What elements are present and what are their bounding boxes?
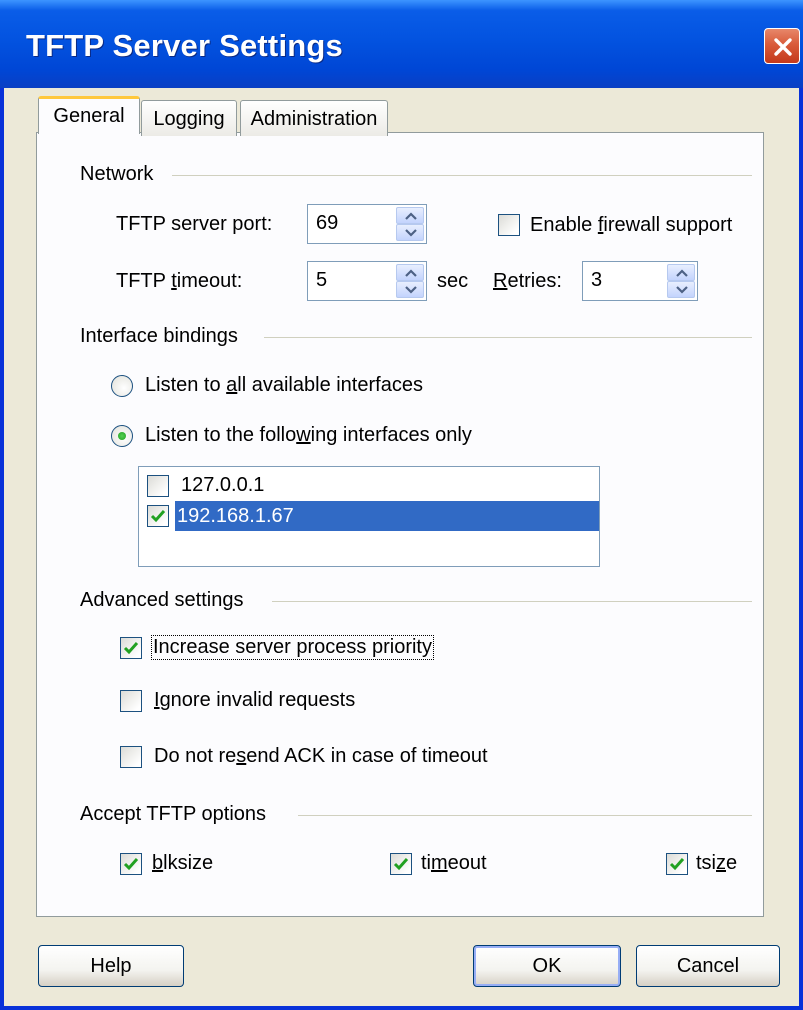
interface-listbox[interactable]: 127.0.0.1 192.168.1.67 (138, 466, 600, 567)
help-button[interactable]: Help (38, 945, 184, 987)
arrow-up-icon (405, 212, 417, 220)
timeout-option-label[interactable]: timeout (421, 852, 487, 875)
checkmark-icon (393, 858, 409, 871)
list-item[interactable]: 127.0.0.1 (141, 471, 597, 501)
blksize-checkbox[interactable] (120, 853, 142, 875)
list-item-selected[interactable]: 192.168.1.67 (141, 501, 599, 531)
arrow-down-icon (676, 286, 688, 294)
interface-checkbox-192-168-1-67[interactable] (147, 505, 169, 527)
retries-spin-up-button[interactable] (667, 264, 695, 281)
retries-label: Retries: (493, 270, 562, 292)
title-bar[interactable]: TFTP Server Settings (0, 0, 803, 88)
tab-administration[interactable]: Administration (240, 100, 388, 136)
checkmark-icon (669, 858, 685, 871)
advanced-group-label: Advanced settings (80, 589, 250, 612)
timeout-label: TFTP timeout: (116, 270, 243, 292)
tab-logging[interactable]: Logging (141, 100, 237, 136)
interface-group-label: Interface bindings (80, 325, 244, 348)
increase-priority-checkbox[interactable] (120, 637, 142, 659)
radio-listen-all[interactable] (111, 375, 133, 397)
interface-address: 192.168.1.67 (175, 501, 599, 531)
port-label: TFTP server port: (116, 213, 273, 235)
timeout-spinner[interactable]: 5 (307, 261, 427, 301)
checkmark-icon (150, 510, 166, 523)
port-spin-down-button[interactable] (396, 224, 424, 241)
firewall-label[interactable]: Enable firewall support (530, 214, 732, 237)
timeout-option-checkbox[interactable] (390, 853, 412, 875)
tab-general[interactable]: General (38, 96, 140, 134)
tsize-label[interactable]: tsize (696, 852, 737, 875)
interface-address: 127.0.0.1 (181, 474, 265, 496)
arrow-down-icon (405, 286, 417, 294)
retries-spin-down-button[interactable] (667, 281, 695, 298)
checkmark-icon (123, 858, 139, 871)
no-resend-ack-checkbox[interactable] (120, 746, 142, 768)
timeout-unit: sec (437, 270, 469, 292)
arrow-up-icon (405, 269, 417, 277)
tftp-options-group-label: Accept TFTP options (80, 803, 273, 826)
checkmark-icon (123, 642, 139, 655)
timeout-spin-down-button[interactable] (396, 281, 424, 298)
ignore-invalid-checkbox[interactable] (120, 690, 142, 712)
tftp-options-group-line (298, 815, 752, 816)
retries-spinner[interactable]: 3 (582, 261, 698, 301)
listen-following-label[interactable]: Listen to the following interfaces only (145, 424, 472, 447)
radio-selected-dot (118, 432, 126, 440)
tsize-checkbox[interactable] (666, 853, 688, 875)
interface-checkbox-127-0-0-1[interactable] (147, 475, 169, 497)
port-value[interactable]: 69 (316, 212, 338, 235)
timeout-value[interactable]: 5 (316, 269, 327, 292)
window-title: TFTP Server Settings (26, 28, 343, 63)
retries-value[interactable]: 3 (591, 269, 602, 292)
network-group-line (172, 175, 752, 176)
network-group-label: Network (80, 163, 160, 186)
advanced-group-line (272, 601, 752, 602)
blksize-label[interactable]: blksize (152, 852, 213, 875)
close-icon (774, 38, 792, 56)
ok-button[interactable]: OK (473, 945, 621, 987)
arrow-down-icon (405, 229, 417, 237)
firewall-checkbox[interactable] (498, 214, 520, 236)
radio-listen-following[interactable] (111, 425, 133, 447)
interface-group-line (264, 337, 752, 338)
cancel-button[interactable]: Cancel (636, 945, 780, 987)
port-spinner[interactable]: 69 (307, 204, 427, 244)
close-button[interactable] (764, 28, 800, 64)
arrow-up-icon (676, 269, 688, 277)
listen-all-label[interactable]: Listen to all available interfaces (145, 374, 423, 397)
no-resend-ack-label[interactable]: Do not resend ACK in case of timeout (154, 745, 488, 768)
ignore-invalid-label[interactable]: Ignore invalid requests (154, 689, 355, 712)
timeout-spin-up-button[interactable] (396, 264, 424, 281)
increase-priority-label[interactable]: Increase server process priority (151, 635, 434, 660)
port-spin-up-button[interactable] (396, 207, 424, 224)
